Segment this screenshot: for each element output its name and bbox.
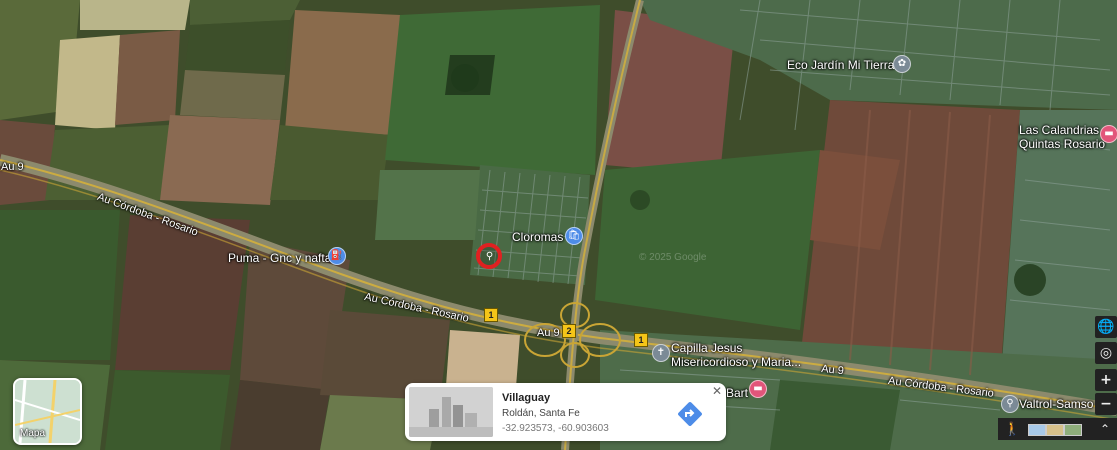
imagery-thumb-icon[interactable] [1028,424,1046,436]
poi-label-eco-jardin[interactable]: Eco Jardín Mi Tierra [787,58,894,72]
directions-button[interactable] [678,402,702,426]
street-view-pegman-icon[interactable]: 🚶 [1004,421,1020,437]
place-coordinates: -32.923573, -60.903603 [502,423,609,434]
park-icon[interactable]: ✿ [893,55,911,73]
road-label-au9-mid: Au 9 [537,327,560,339]
my-location-button[interactable]: ◎ [1095,342,1117,364]
place-subtitle: Roldán, Santa Fe [502,408,580,419]
poi-label-valtrol[interactable]: Valtrol-Samso [1019,397,1093,411]
satellite-map[interactable]: Au 9 Au Córdoba - Rosario Au Córdoba - R… [0,0,1117,450]
route-shield-3: 1 [634,333,648,347]
map-layer-toggle[interactable]: Mapa [13,378,82,445]
hotel-icon[interactable]: ▬ [1100,125,1117,143]
route-shield-1: 1 [484,308,498,322]
poi-label-quintas-rosario: Quintas Rosario [1019,137,1106,151]
road-label-au9-right: Au 9 [820,362,845,378]
selected-location-marker[interactable]: ⚲ [476,243,502,269]
pin-icon: ⚲ [485,251,494,262]
fuel-icon[interactable]: ⛽ [328,247,346,265]
place-thumbnail[interactable] [409,387,493,437]
poi-label-cloromas[interactable]: Cloromas [512,230,563,244]
imagery-thumb-icon[interactable] [1064,424,1082,436]
shop-icon[interactable]: 🛍 [565,227,583,245]
place-pin-icon[interactable]: ⚲ [1001,395,1019,413]
expand-icon[interactable]: ⌃ [1095,419,1115,439]
building-icon [409,387,493,437]
zoom-in-button[interactable]: + [1095,369,1117,391]
close-button[interactable]: ✕ [711,385,723,397]
poi-label-las-calandrias[interactable]: Las Calandrias [1019,123,1099,137]
road-label-au9-left: Au 9 [1,161,24,173]
place-title[interactable]: Villaguay [502,392,550,404]
imagery-thumb-icon[interactable] [1046,424,1064,436]
hotel-icon[interactable]: ▬ [749,380,767,398]
poi-label-puma[interactable]: Puma - Gnc y nafta [228,251,331,265]
directions-icon [678,402,702,426]
place-info-card[interactable]: Villaguay Roldán, Santa Fe -32.923573, -… [405,383,726,441]
minimap-label: Mapa [20,428,46,439]
church-icon[interactable]: ✝ [652,344,670,362]
bottom-toolbar: 🚶 ⌃ [998,418,1117,440]
map-watermark: © 2025 Google [639,252,707,263]
route-shield-2: 2 [562,324,576,338]
poi-label-capilla-1[interactable]: Capilla Jesus [671,341,742,355]
zoom-out-button[interactable]: − [1095,393,1117,415]
globe-view-button[interactable]: 🌐 [1095,316,1117,338]
poi-label-capilla-2: Misericordioso y Maria... [671,355,802,369]
poi-label-bart: Bart [726,386,749,400]
